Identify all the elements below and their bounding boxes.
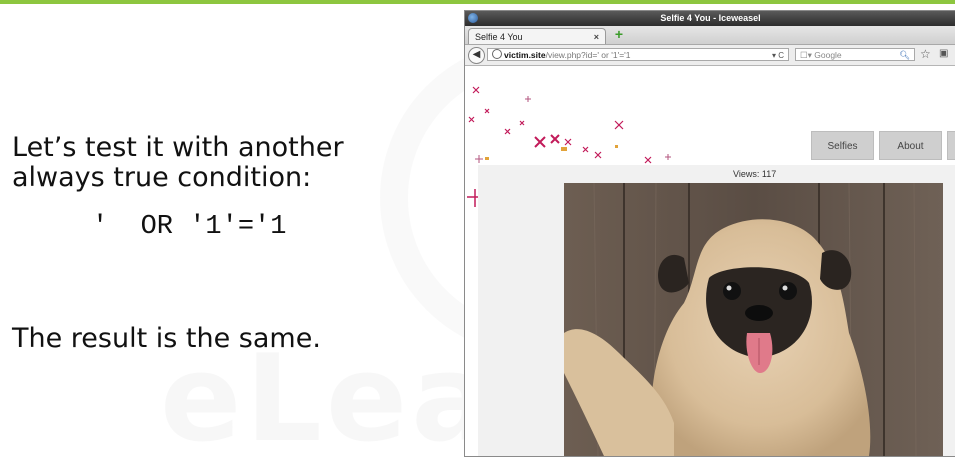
nav-selfies-button[interactable]: Selfies bbox=[811, 131, 874, 160]
selfie-photo-pug bbox=[564, 183, 943, 456]
search-input[interactable]: ☐▾ Google 🔍︎ bbox=[795, 48, 915, 61]
reload-icon[interactable]: ▾ C bbox=[772, 49, 784, 60]
web-page: Selfies About Views: 117 bbox=[465, 67, 955, 456]
tab-selfie-4-you[interactable]: Selfie 4 You × bbox=[468, 28, 606, 44]
slide-line-1: Let’s test it with another bbox=[12, 132, 344, 163]
back-button[interactable]: ◀ bbox=[468, 47, 485, 64]
browser-window: Selfie 4 You - Iceweasel Selfie 4 You × … bbox=[464, 10, 955, 457]
url-host: victim.site bbox=[504, 50, 546, 60]
tab-strip: Selfie 4 You × + bbox=[465, 26, 955, 45]
views-count: 117 bbox=[761, 169, 777, 179]
nav-extra-button[interactable] bbox=[947, 131, 955, 160]
window-title: Selfie 4 You - Iceweasel bbox=[660, 13, 761, 23]
search-placeholder: Google bbox=[814, 50, 842, 60]
slide-accent-bar bbox=[0, 0, 955, 4]
slide-line-2: always true condition: bbox=[12, 162, 312, 193]
clipboard-icon[interactable]: ▣ bbox=[939, 48, 951, 60]
nav-about-button[interactable]: About bbox=[879, 131, 942, 160]
decorative-cross-pattern bbox=[468, 86, 671, 164]
sql-injection-code: ' OR '1'='1 bbox=[92, 212, 287, 242]
navigation-toolbar: ◀ victim.site/view.php?id=' or '1'='1 ▾ … bbox=[465, 45, 955, 66]
views-counter: Views: 117 bbox=[733, 169, 776, 179]
new-tab-button[interactable]: + bbox=[611, 27, 627, 42]
tab-label: Selfie 4 You bbox=[475, 32, 523, 42]
window-titlebar: Selfie 4 You - Iceweasel bbox=[465, 11, 955, 26]
url-path: /view.php?id=' or '1'='1 bbox=[545, 50, 631, 60]
search-icon[interactable]: 🔍︎ bbox=[899, 49, 910, 62]
browser-logo-icon bbox=[468, 13, 478, 23]
address-bar[interactable]: victim.site/view.php?id=' or '1'='1 ▾ C bbox=[487, 48, 789, 61]
close-tab-icon[interactable]: × bbox=[594, 29, 599, 45]
globe-icon bbox=[492, 49, 502, 59]
slide-result-text: The result is the same. bbox=[12, 323, 321, 354]
bookmark-star-icon[interactable]: ☆ bbox=[920, 47, 931, 61]
views-label: Views: bbox=[733, 169, 760, 179]
